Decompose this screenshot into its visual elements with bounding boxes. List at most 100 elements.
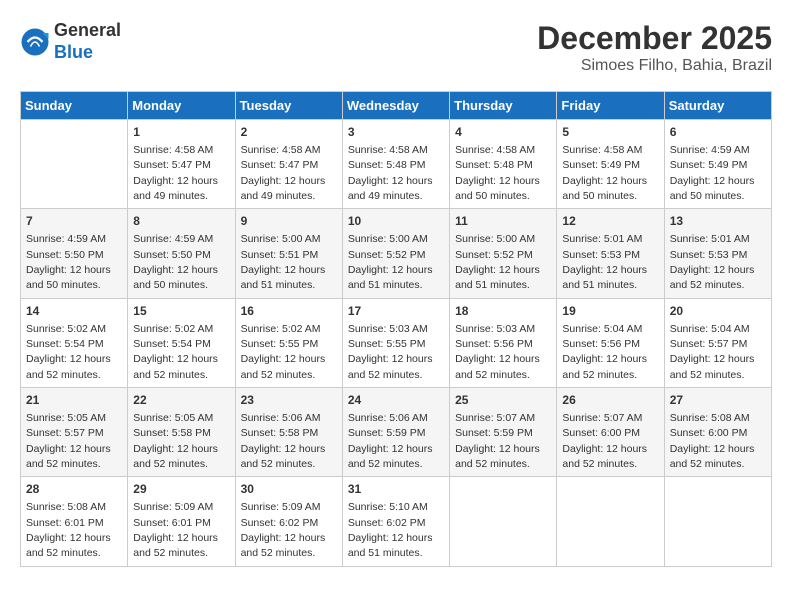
sunset-info: Sunset: 5:55 PM <box>241 338 319 350</box>
sunset-info: Sunset: 5:57 PM <box>670 338 748 350</box>
weekday-header-sunday: Sunday <box>21 92 128 120</box>
daylight-info: Daylight: 12 hours and 51 minutes. <box>562 264 647 291</box>
sunrise-info: Sunrise: 5:09 AM <box>133 501 213 513</box>
sunset-info: Sunset: 5:53 PM <box>670 249 748 261</box>
sunset-info: Sunset: 6:01 PM <box>133 517 211 529</box>
day-number: 1 <box>133 124 229 141</box>
day-cell <box>664 477 771 566</box>
daylight-info: Daylight: 12 hours and 52 minutes. <box>348 443 433 470</box>
day-number: 6 <box>670 124 766 141</box>
sunrise-info: Sunrise: 5:03 AM <box>348 323 428 335</box>
daylight-info: Daylight: 12 hours and 52 minutes. <box>348 353 433 380</box>
sunset-info: Sunset: 5:49 PM <box>670 159 748 171</box>
sunrise-info: Sunrise: 5:05 AM <box>133 412 213 424</box>
day-number: 4 <box>455 124 551 141</box>
day-cell: 7 Sunrise: 4:59 AM Sunset: 5:50 PM Dayli… <box>21 209 128 298</box>
day-cell: 12 Sunrise: 5:01 AM Sunset: 5:53 PM Dayl… <box>557 209 664 298</box>
day-cell: 27 Sunrise: 5:08 AM Sunset: 6:00 PM Dayl… <box>664 388 771 477</box>
logo: General Blue <box>20 20 121 63</box>
day-number: 15 <box>133 303 229 320</box>
week-row-3: 14 Sunrise: 5:02 AM Sunset: 5:54 PM Dayl… <box>21 298 772 387</box>
sunrise-info: Sunrise: 4:59 AM <box>670 144 750 156</box>
sunrise-info: Sunrise: 5:01 AM <box>562 233 642 245</box>
day-number: 2 <box>241 124 337 141</box>
sunrise-info: Sunrise: 4:59 AM <box>133 233 213 245</box>
daylight-info: Daylight: 12 hours and 50 minutes. <box>562 175 647 202</box>
day-number: 5 <box>562 124 658 141</box>
calendar-table: SundayMondayTuesdayWednesdayThursdayFrid… <box>20 91 772 567</box>
day-number: 7 <box>26 213 122 230</box>
day-number: 23 <box>241 392 337 409</box>
day-number: 20 <box>670 303 766 320</box>
day-cell: 30 Sunrise: 5:09 AM Sunset: 6:02 PM Dayl… <box>235 477 342 566</box>
day-cell: 14 Sunrise: 5:02 AM Sunset: 5:54 PM Dayl… <box>21 298 128 387</box>
sunrise-info: Sunrise: 4:58 AM <box>455 144 535 156</box>
sunset-info: Sunset: 5:59 PM <box>455 427 533 439</box>
sunrise-info: Sunrise: 5:07 AM <box>562 412 642 424</box>
daylight-info: Daylight: 12 hours and 52 minutes. <box>562 443 647 470</box>
day-number: 24 <box>348 392 444 409</box>
daylight-info: Daylight: 12 hours and 52 minutes. <box>562 353 647 380</box>
sunset-info: Sunset: 5:52 PM <box>455 249 533 261</box>
daylight-info: Daylight: 12 hours and 51 minutes. <box>348 264 433 291</box>
sunset-info: Sunset: 5:48 PM <box>455 159 533 171</box>
day-cell: 19 Sunrise: 5:04 AM Sunset: 5:56 PM Dayl… <box>557 298 664 387</box>
sunrise-info: Sunrise: 4:58 AM <box>133 144 213 156</box>
sunrise-info: Sunrise: 5:04 AM <box>670 323 750 335</box>
daylight-info: Daylight: 12 hours and 52 minutes. <box>133 353 218 380</box>
day-number: 17 <box>348 303 444 320</box>
sunset-info: Sunset: 5:54 PM <box>133 338 211 350</box>
sunset-info: Sunset: 5:58 PM <box>241 427 319 439</box>
sunset-info: Sunset: 5:59 PM <box>348 427 426 439</box>
day-cell: 18 Sunrise: 5:03 AM Sunset: 5:56 PM Dayl… <box>450 298 557 387</box>
day-cell <box>557 477 664 566</box>
weekday-header-row: SundayMondayTuesdayWednesdayThursdayFrid… <box>21 92 772 120</box>
sunrise-info: Sunrise: 5:04 AM <box>562 323 642 335</box>
day-number: 22 <box>133 392 229 409</box>
sunset-info: Sunset: 5:48 PM <box>348 159 426 171</box>
sunrise-info: Sunrise: 5:00 AM <box>241 233 321 245</box>
sunset-info: Sunset: 6:00 PM <box>670 427 748 439</box>
day-cell: 21 Sunrise: 5:05 AM Sunset: 5:57 PM Dayl… <box>21 388 128 477</box>
sunrise-info: Sunrise: 5:00 AM <box>455 233 535 245</box>
day-cell: 24 Sunrise: 5:06 AM Sunset: 5:59 PM Dayl… <box>342 388 449 477</box>
sunset-info: Sunset: 5:56 PM <box>562 338 640 350</box>
day-cell: 2 Sunrise: 4:58 AM Sunset: 5:47 PM Dayli… <box>235 120 342 209</box>
day-number: 8 <box>133 213 229 230</box>
daylight-info: Daylight: 12 hours and 52 minutes. <box>241 353 326 380</box>
day-cell: 13 Sunrise: 5:01 AM Sunset: 5:53 PM Dayl… <box>664 209 771 298</box>
day-cell: 10 Sunrise: 5:00 AM Sunset: 5:52 PM Dayl… <box>342 209 449 298</box>
day-number: 26 <box>562 392 658 409</box>
sunrise-info: Sunrise: 5:05 AM <box>26 412 106 424</box>
day-cell <box>450 477 557 566</box>
day-number: 3 <box>348 124 444 141</box>
sunset-info: Sunset: 5:50 PM <box>133 249 211 261</box>
daylight-info: Daylight: 12 hours and 52 minutes. <box>455 353 540 380</box>
day-cell: 16 Sunrise: 5:02 AM Sunset: 5:55 PM Dayl… <box>235 298 342 387</box>
daylight-info: Daylight: 12 hours and 52 minutes. <box>670 264 755 291</box>
sunrise-info: Sunrise: 5:08 AM <box>670 412 750 424</box>
daylight-info: Daylight: 12 hours and 49 minutes. <box>348 175 433 202</box>
day-number: 31 <box>348 481 444 498</box>
sunrise-info: Sunrise: 5:06 AM <box>241 412 321 424</box>
day-number: 13 <box>670 213 766 230</box>
daylight-info: Daylight: 12 hours and 50 minutes. <box>670 175 755 202</box>
sunrise-info: Sunrise: 5:02 AM <box>26 323 106 335</box>
day-number: 18 <box>455 303 551 320</box>
day-number: 30 <box>241 481 337 498</box>
sunset-info: Sunset: 5:51 PM <box>241 249 319 261</box>
daylight-info: Daylight: 12 hours and 52 minutes. <box>26 353 111 380</box>
week-row-4: 21 Sunrise: 5:05 AM Sunset: 5:57 PM Dayl… <box>21 388 772 477</box>
daylight-info: Daylight: 12 hours and 50 minutes. <box>455 175 540 202</box>
day-number: 11 <box>455 213 551 230</box>
day-cell: 15 Sunrise: 5:02 AM Sunset: 5:54 PM Dayl… <box>128 298 235 387</box>
daylight-info: Daylight: 12 hours and 52 minutes. <box>133 532 218 559</box>
sunrise-info: Sunrise: 5:02 AM <box>241 323 321 335</box>
weekday-header-wednesday: Wednesday <box>342 92 449 120</box>
weekday-header-monday: Monday <box>128 92 235 120</box>
day-cell: 25 Sunrise: 5:07 AM Sunset: 5:59 PM Dayl… <box>450 388 557 477</box>
day-cell: 29 Sunrise: 5:09 AM Sunset: 6:01 PM Dayl… <box>128 477 235 566</box>
day-cell: 22 Sunrise: 5:05 AM Sunset: 5:58 PM Dayl… <box>128 388 235 477</box>
daylight-info: Daylight: 12 hours and 50 minutes. <box>26 264 111 291</box>
month-title: December 2025 <box>537 20 772 57</box>
